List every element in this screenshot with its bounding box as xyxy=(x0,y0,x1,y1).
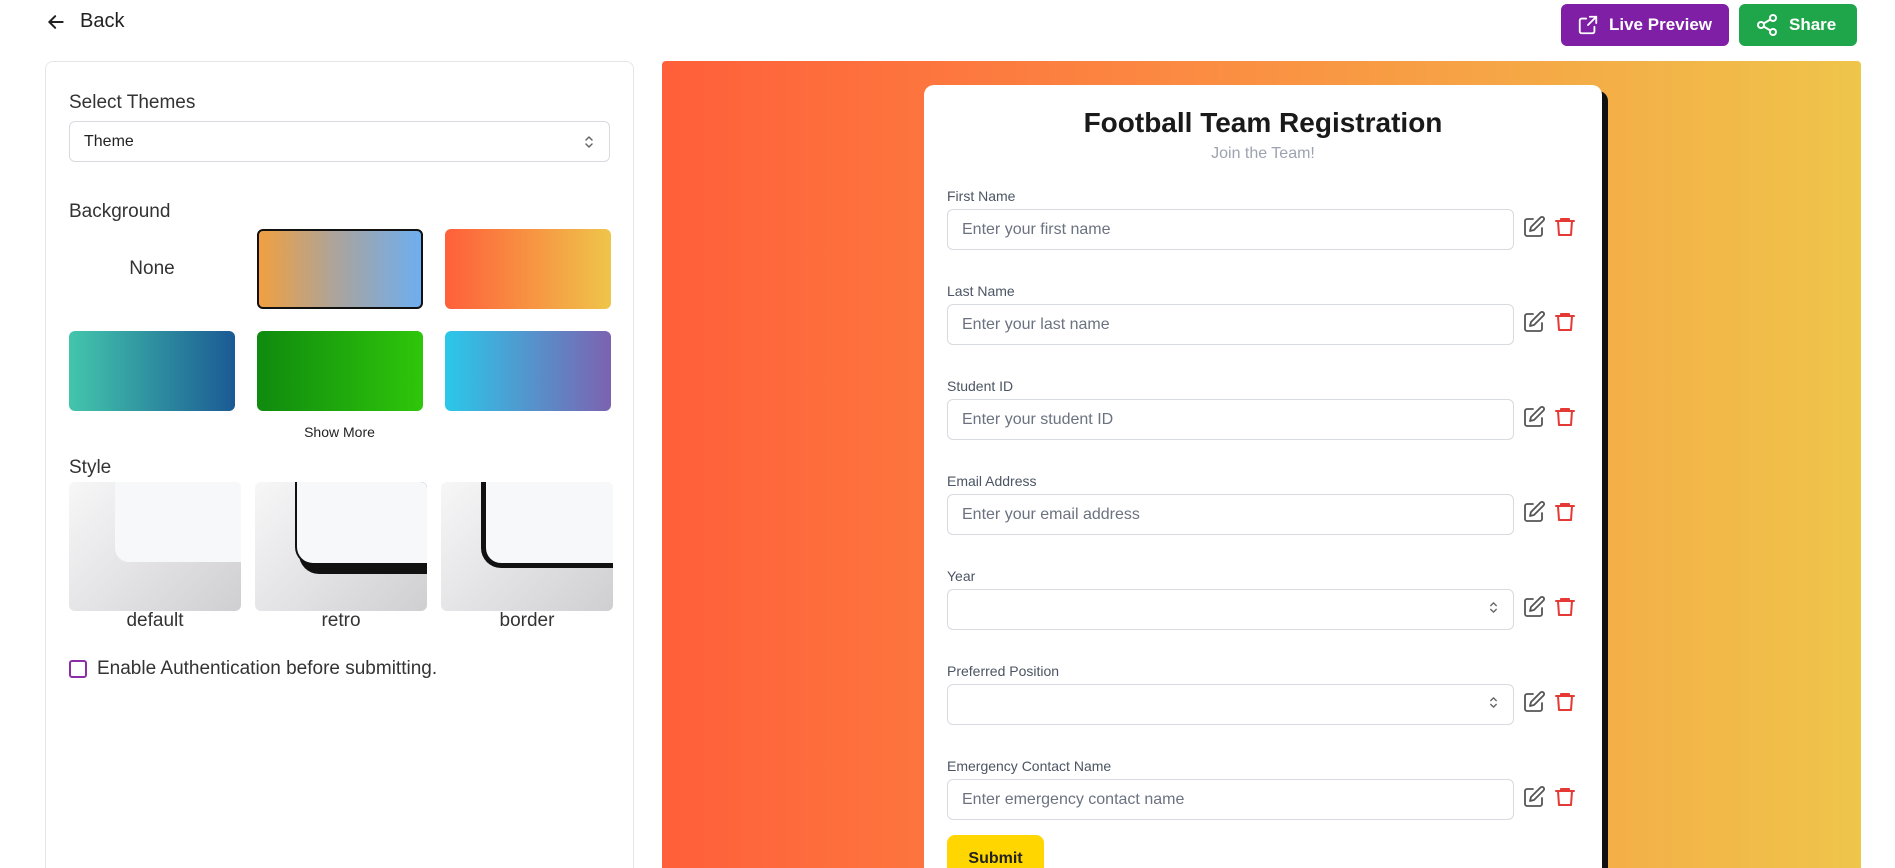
field-placeholder: Enter emergency contact name xyxy=(962,790,1185,808)
field-input[interactable]: Enter your student ID xyxy=(947,399,1514,440)
background-option-orange-yellow[interactable] xyxy=(445,229,611,309)
show-more-button[interactable]: Show More xyxy=(69,424,610,440)
back-button[interactable]: Back xyxy=(46,10,124,33)
background-none-label: None xyxy=(129,258,175,279)
trash-icon[interactable] xyxy=(1553,310,1577,334)
field-input[interactable]: Enter your email address xyxy=(947,494,1514,535)
style-default-label: default xyxy=(126,610,184,631)
trash-icon[interactable] xyxy=(1553,405,1577,429)
live-preview-button[interactable]: Live Preview xyxy=(1561,4,1729,46)
trash-icon[interactable] xyxy=(1553,690,1577,714)
edit-icon[interactable] xyxy=(1522,215,1546,239)
background-label: Background xyxy=(69,201,171,222)
style-retro-label: retro xyxy=(321,610,361,631)
theme-select[interactable]: Theme xyxy=(69,121,610,162)
field-placeholder: Enter your last name xyxy=(962,315,1110,333)
edit-icon[interactable] xyxy=(1522,690,1546,714)
select-themes-label: Select Themes xyxy=(69,92,196,113)
style-border-label: border xyxy=(499,610,555,631)
background-none-option[interactable]: None xyxy=(69,229,235,309)
live-preview-label: Live Preview xyxy=(1609,15,1713,34)
chevron-up-down-icon xyxy=(585,135,593,148)
field-label: Student ID xyxy=(947,378,1014,394)
style-option-retro[interactable] xyxy=(255,482,427,611)
edit-icon[interactable] xyxy=(1522,405,1546,429)
share-label: Share xyxy=(1789,15,1837,34)
chevron-up-down-icon xyxy=(1488,696,1499,714)
edit-icon[interactable] xyxy=(1522,310,1546,334)
style-retro-preview xyxy=(295,482,427,565)
field-label: Preferred Position xyxy=(947,663,1060,679)
field-select[interactable] xyxy=(947,684,1514,725)
style-option-border[interactable] xyxy=(441,482,613,611)
field-placeholder: Enter your email address xyxy=(962,505,1140,523)
field-input[interactable]: Enter your first name xyxy=(947,209,1514,250)
background-option-cyan-purple[interactable] xyxy=(445,331,611,411)
field-label: Last Name xyxy=(947,283,1015,299)
auth-label: Enable Authentication before submitting. xyxy=(97,658,438,679)
field-label: Year xyxy=(947,568,976,584)
background-option-orange-blue[interactable] xyxy=(257,229,423,309)
trash-icon[interactable] xyxy=(1553,785,1577,809)
settings-panel: Select Themes Theme Background None Show… xyxy=(45,61,634,868)
trash-icon[interactable] xyxy=(1553,500,1577,524)
form-title: Football Team Registration xyxy=(1083,107,1443,138)
form-card: Football Team Registration Join the Team… xyxy=(924,85,1602,868)
field-select[interactable] xyxy=(947,589,1514,630)
background-option-teal-blue[interactable] xyxy=(69,331,235,411)
chevron-up-down-icon xyxy=(1488,601,1499,619)
trash-icon[interactable] xyxy=(1553,215,1577,239)
field-placeholder: Enter your first name xyxy=(962,220,1111,238)
share-icon xyxy=(1757,14,1777,36)
arrow-left-icon xyxy=(48,14,64,29)
submit-button[interactable]: Submit xyxy=(947,835,1044,868)
auth-toggle[interactable]: Enable Authentication before submitting. xyxy=(69,658,437,680)
field-placeholder: Enter your student ID xyxy=(962,410,1114,428)
field-label: Email Address xyxy=(947,473,1037,489)
back-label: Back xyxy=(80,10,125,32)
trash-icon[interactable] xyxy=(1553,595,1577,619)
edit-icon[interactable] xyxy=(1522,595,1546,619)
style-option-default[interactable] xyxy=(69,482,241,611)
theme-select-value: Theme xyxy=(84,132,134,150)
field-label: Emergency Contact Name xyxy=(947,758,1112,774)
edit-icon[interactable] xyxy=(1522,500,1546,524)
form-preview-canvas: Football Team Registration Join the Team… xyxy=(662,61,1861,868)
field-input[interactable]: Enter emergency contact name xyxy=(947,779,1514,820)
form-subtitle: Join the Team! xyxy=(1211,145,1315,162)
style-default-preview xyxy=(115,482,241,562)
style-label: Style xyxy=(69,457,112,478)
external-link-icon xyxy=(1578,15,1598,35)
field-label: First Name xyxy=(947,188,1016,204)
style-border-preview xyxy=(481,482,613,568)
field-input[interactable]: Enter your last name xyxy=(947,304,1514,345)
auth-checkbox[interactable] xyxy=(69,660,87,678)
share-button[interactable]: Share xyxy=(1739,4,1857,46)
background-option-green[interactable] xyxy=(257,331,423,411)
edit-icon[interactable] xyxy=(1522,785,1546,809)
